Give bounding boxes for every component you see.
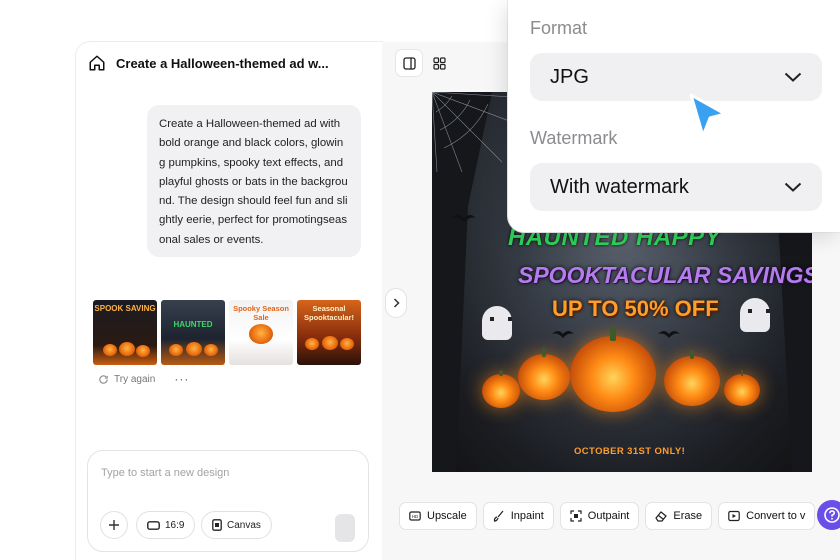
chevron-down-icon (784, 72, 802, 82)
help-button[interactable] (817, 500, 840, 530)
result-thumbnail[interactable]: Seasonal Spooktacular! (297, 300, 361, 365)
prompt-input-box[interactable]: Type to start a new design 16:9 Canvas (87, 450, 369, 552)
pumpkin-icon (169, 344, 183, 356)
prompt-input-placeholder[interactable]: Type to start a new design (101, 467, 229, 479)
result-thumbnail[interactable]: HAUNTED (161, 300, 225, 365)
convert-to-video-button[interactable]: Convert to v (718, 502, 816, 530)
pumpkin-icon (518, 348, 570, 400)
format-select[interactable]: JPG (530, 53, 822, 101)
aspect-ratio-label: 16:9 (165, 519, 185, 531)
format-label: Format (530, 18, 588, 38)
thumbnail-label: SPOOK SAVING (94, 304, 156, 313)
canvas-label: Canvas (227, 519, 261, 531)
format-value: JPG (550, 65, 589, 88)
spiderweb-icon (432, 92, 512, 172)
try-again-row: Try again ··· (98, 372, 189, 386)
pumpkin-icon (664, 350, 720, 406)
chat-title: Create a Halloween-themed ad w... (116, 55, 329, 71)
home-icon[interactable] (88, 54, 106, 72)
poster-date: OCTOBER 31ST ONLY! (574, 446, 686, 457)
video-icon (728, 510, 740, 522)
add-attachment-button[interactable] (100, 511, 128, 539)
single-view-icon (402, 56, 416, 70)
pumpkin-icon (305, 338, 319, 350)
inpaint-button[interactable]: Inpaint (482, 502, 554, 530)
refresh-icon[interactable] (98, 374, 109, 385)
more-options-icon[interactable]: ··· (174, 372, 189, 386)
brush-icon (493, 510, 504, 522)
outpaint-button[interactable]: Outpaint (559, 502, 640, 530)
watermark-value: With watermark (550, 175, 689, 198)
chevron-down-icon (784, 182, 802, 192)
upscale-button[interactable]: HD Upscale (399, 502, 477, 530)
pumpkin-icon (249, 324, 273, 344)
eraser-icon (655, 511, 668, 522)
erase-button[interactable]: Erase (645, 502, 713, 530)
try-again-button[interactable]: Try again (114, 374, 155, 385)
pumpkin-icon (482, 369, 520, 408)
single-view-button[interactable] (396, 50, 422, 76)
bat-icon (552, 331, 574, 338)
grid-view-icon (432, 56, 446, 70)
chat-header: Create a Halloween-themed ad w... (88, 52, 329, 74)
pumpkin-icon (322, 336, 338, 350)
pumpkin-icon (724, 370, 760, 406)
canvas-button[interactable]: Canvas (201, 511, 272, 539)
pumpkin-icon (136, 345, 150, 357)
watermark-label: Watermark (530, 128, 618, 148)
upscale-label: Upscale (427, 510, 467, 522)
svg-text:HD: HD (412, 514, 419, 519)
pumpkin-icon (204, 344, 218, 356)
ghost-icon (482, 306, 512, 340)
bat-icon (658, 331, 680, 338)
bat-icon (452, 215, 476, 222)
collapse-panel-button[interactable] (385, 288, 407, 318)
poster-offer: UP TO 50% OFF (552, 296, 719, 321)
help-icon (824, 507, 840, 523)
image-tools-toolbar: HD Upscale Inpaint Outpaint Erase Conver… (399, 502, 816, 530)
result-thumbnail[interactable]: SPOOK SAVING (93, 300, 157, 365)
user-prompt-bubble: Create a Halloween-themed ad with bold o… (147, 105, 361, 257)
outpaint-label: Outpaint (587, 510, 630, 522)
watermark-select[interactable]: With watermark (530, 163, 822, 211)
aspect-ratio-icon (147, 520, 160, 530)
chevron-right-icon (393, 298, 400, 308)
aspect-ratio-button[interactable]: 16:9 (136, 511, 196, 539)
thumbnail-label: Spooky Season Sale (233, 304, 289, 322)
chat-panel: Create a Halloween-themed ad w... Create… (76, 42, 382, 560)
thumbnail-label: HAUNTED (173, 320, 213, 329)
result-thumbnails: SPOOK SAVING HAUNTED Spooky Season Sale … (93, 300, 361, 365)
thumbnail-label: Seasonal Spooktacular! (303, 304, 354, 322)
download-options-popover: Format JPG Watermark With watermark (508, 0, 840, 232)
send-button[interactable] (335, 514, 355, 542)
ghost-icon (740, 298, 770, 332)
poster-subheadline: SPOOKTACULAR SAVINGS! (518, 262, 812, 288)
result-thumbnail[interactable]: Spooky Season Sale (229, 300, 293, 365)
grid-view-button[interactable] (426, 50, 452, 76)
canvas-icon (212, 519, 222, 531)
inpaint-label: Inpaint (510, 510, 544, 522)
mouse-cursor-icon (689, 93, 727, 138)
erase-label: Erase (673, 510, 703, 522)
upscale-icon: HD (409, 511, 421, 521)
plus-icon (109, 520, 119, 530)
pumpkin-icon (119, 342, 135, 356)
convert-label: Convert to v (746, 510, 806, 522)
expand-icon (570, 510, 582, 522)
pumpkin-icon (186, 342, 202, 356)
pumpkin-icon (570, 326, 656, 412)
pumpkin-icon (103, 344, 117, 356)
pumpkin-icon (340, 338, 354, 350)
